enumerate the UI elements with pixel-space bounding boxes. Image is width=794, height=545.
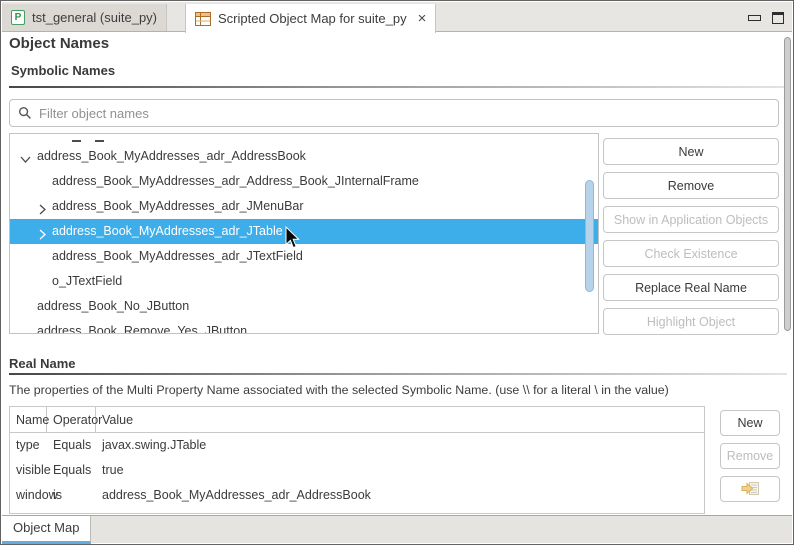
object-map-editor-window: P tst_general (suite_py) Scripted Object… bbox=[0, 0, 794, 545]
tree-item[interactable]: address_Book_MyAddresses_adr_AddressBook bbox=[10, 144, 598, 169]
tree-item[interactable]: address_Book_Remove_Yes_JButton bbox=[10, 319, 598, 334]
table-row[interactable]: visible Equals true bbox=[10, 458, 704, 483]
real-name-description: The properties of the Multi Property Nam… bbox=[9, 383, 669, 397]
tree-item[interactable]: address_Book_No_JButton bbox=[10, 294, 598, 319]
remove-property-button[interactable]: Remove bbox=[720, 443, 780, 469]
paste-into-object-map-icon bbox=[741, 481, 760, 497]
tree-scrollbar-thumb[interactable] bbox=[585, 180, 594, 292]
new-symbolic-name-button[interactable]: New bbox=[603, 138, 779, 165]
tab-scripted-object-map[interactable]: Scripted Object Map for suite_py × bbox=[185, 4, 436, 33]
chevron-right-icon[interactable] bbox=[36, 200, 49, 213]
new-property-button[interactable]: New bbox=[720, 410, 780, 436]
paste-into-object-map-button[interactable] bbox=[720, 476, 780, 502]
symbolic-names-heading: Symbolic Names bbox=[11, 63, 115, 78]
table-row[interactable]: type Equals javax.swing.JTable bbox=[10, 433, 704, 458]
highlight-object-button[interactable]: Highlight Object bbox=[603, 308, 779, 335]
tree-item[interactable]: address_Book_MyAddresses_adr_Address_Boo… bbox=[10, 169, 598, 194]
object-map-icon bbox=[195, 12, 211, 26]
tab-object-map[interactable]: Object Map bbox=[2, 516, 91, 544]
maximize-icon[interactable] bbox=[772, 12, 784, 24]
section-divider bbox=[9, 373, 787, 375]
check-existence-button[interactable]: Check Existence bbox=[603, 240, 779, 267]
close-icon[interactable]: × bbox=[418, 11, 427, 26]
editor-tab-bar: P tst_general (suite_py) Scripted Object… bbox=[2, 2, 792, 32]
tree-item[interactable]: address_Book_MyAddresses_adr_JMenuBar bbox=[10, 194, 598, 219]
tree-item-selected[interactable]: address_Book_MyAddresses_adr_JTable bbox=[10, 219, 598, 244]
page-title: Object Names bbox=[9, 35, 109, 52]
view-scrollbar-thumb[interactable] bbox=[784, 37, 791, 331]
replace-real-name-button[interactable]: Replace Real Name bbox=[603, 274, 779, 301]
chevron-right-icon[interactable] bbox=[36, 225, 49, 238]
column-header-operator: Operator bbox=[47, 407, 96, 432]
section-divider bbox=[9, 86, 787, 88]
tree-item[interactable]: address_Book_MyAddresses_adr_JTextField bbox=[10, 244, 598, 269]
table-row[interactable]: window is address_Book_MyAddresses_adr_A… bbox=[10, 483, 704, 508]
filter-field-wrap bbox=[9, 99, 779, 127]
column-header-value: Value bbox=[96, 407, 704, 432]
tree-item[interactable]: o_JTextField bbox=[10, 269, 598, 294]
filter-input[interactable] bbox=[39, 106, 770, 121]
tab-label: Scripted Object Map for suite_py bbox=[218, 11, 407, 26]
minimize-icon[interactable] bbox=[748, 15, 761, 21]
partially-scrolled-tree-row[interactable] bbox=[10, 134, 598, 144]
tab-label: tst_general (suite_py) bbox=[32, 10, 157, 25]
python-script-icon: P bbox=[11, 10, 25, 25]
remove-symbolic-name-button[interactable]: Remove bbox=[603, 172, 779, 199]
real-name-properties-table: Name Operator Value type Equals javax.sw… bbox=[9, 406, 705, 514]
symbolic-names-tree: address_Book_MyAddresses_adr_AddressBook… bbox=[9, 133, 599, 334]
real-name-heading: Real Name bbox=[9, 356, 75, 371]
column-header-name: Name bbox=[10, 407, 47, 432]
show-in-application-objects-button[interactable]: Show in Application Objects bbox=[603, 206, 779, 233]
bottom-tab-bar: Object Map bbox=[2, 515, 792, 543]
search-icon bbox=[18, 106, 32, 120]
table-header-row: Name Operator Value bbox=[10, 407, 704, 433]
tab-tst-general[interactable]: P tst_general (suite_py) bbox=[2, 4, 167, 31]
chevron-down-icon[interactable] bbox=[19, 150, 32, 163]
